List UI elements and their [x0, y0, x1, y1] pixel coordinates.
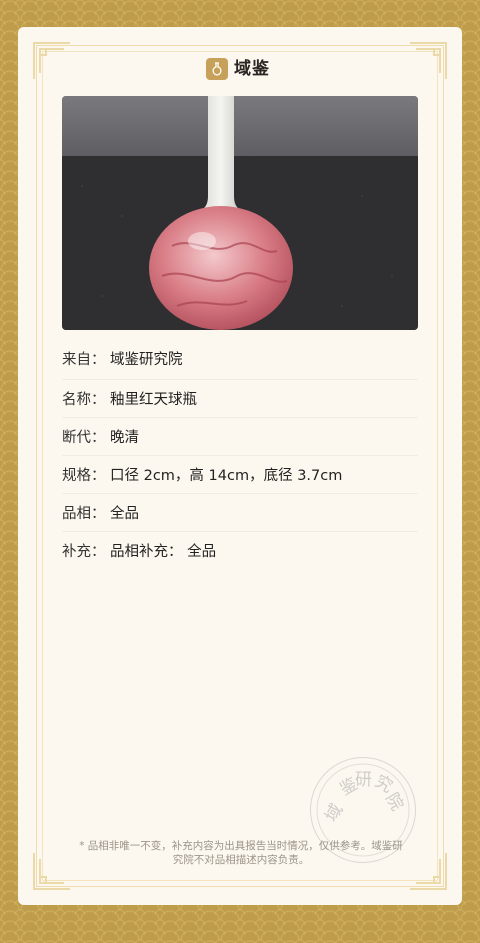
- field-value: 口径 2cm，高 14cm，底径 3.7cm: [110, 468, 343, 484]
- corner-ornament-icon: [33, 853, 70, 890]
- vase-photo[interactable]: [62, 96, 418, 330]
- field-value: 釉里红天球瓶: [110, 392, 197, 408]
- corner-ornament-icon: [410, 42, 447, 79]
- field-label: 来自：: [62, 351, 106, 368]
- field-value: 域鉴研究院: [110, 351, 183, 368]
- field-row-source: 来自： 域鉴研究院: [62, 337, 418, 380]
- field-label: 断代：: [62, 430, 106, 446]
- field-label: 规格：: [62, 468, 106, 484]
- field-row-dating: 断代： 晚清: [62, 418, 418, 456]
- field-row-supplement: 补充： 品相补充： 全品: [62, 532, 418, 569]
- field-value: 晚清: [110, 430, 139, 446]
- field-value: 品相补充： 全品: [110, 544, 217, 560]
- vase-logo-icon: [206, 58, 228, 80]
- corner-ornament-icon: [33, 42, 70, 79]
- certificate-card: 域鉴 来自： 域鉴研究院 名称： 釉里红天球瓶 断代： 晚清 规格： 口径 2c…: [18, 27, 462, 905]
- field-label: 补充：: [62, 544, 106, 560]
- field-value: 全品: [110, 506, 139, 522]
- detail-fields: 来自： 域鉴研究院 名称： 釉里红天球瓶 断代： 晚清 规格： 口径 2cm，高…: [62, 337, 418, 569]
- field-row-size: 规格： 口径 2cm，高 14cm，底径 3.7cm: [62, 456, 418, 494]
- seal-char: 研: [355, 770, 372, 790]
- field-row-condition: 品相： 全品: [62, 494, 418, 532]
- disclaimer-note: * 品相非唯一不变，补充内容为出具报告当时情况，仅供参考。域鉴研究院不对品相描述…: [79, 840, 403, 866]
- field-label: 名称：: [62, 392, 106, 408]
- brand-name: 域鉴: [234, 59, 270, 79]
- brand-logo: 域鉴: [206, 57, 270, 81]
- field-row-name: 名称： 釉里红天球瓶: [62, 380, 418, 418]
- seal-char: 域: [321, 801, 347, 826]
- field-label: 品相：: [62, 506, 106, 522]
